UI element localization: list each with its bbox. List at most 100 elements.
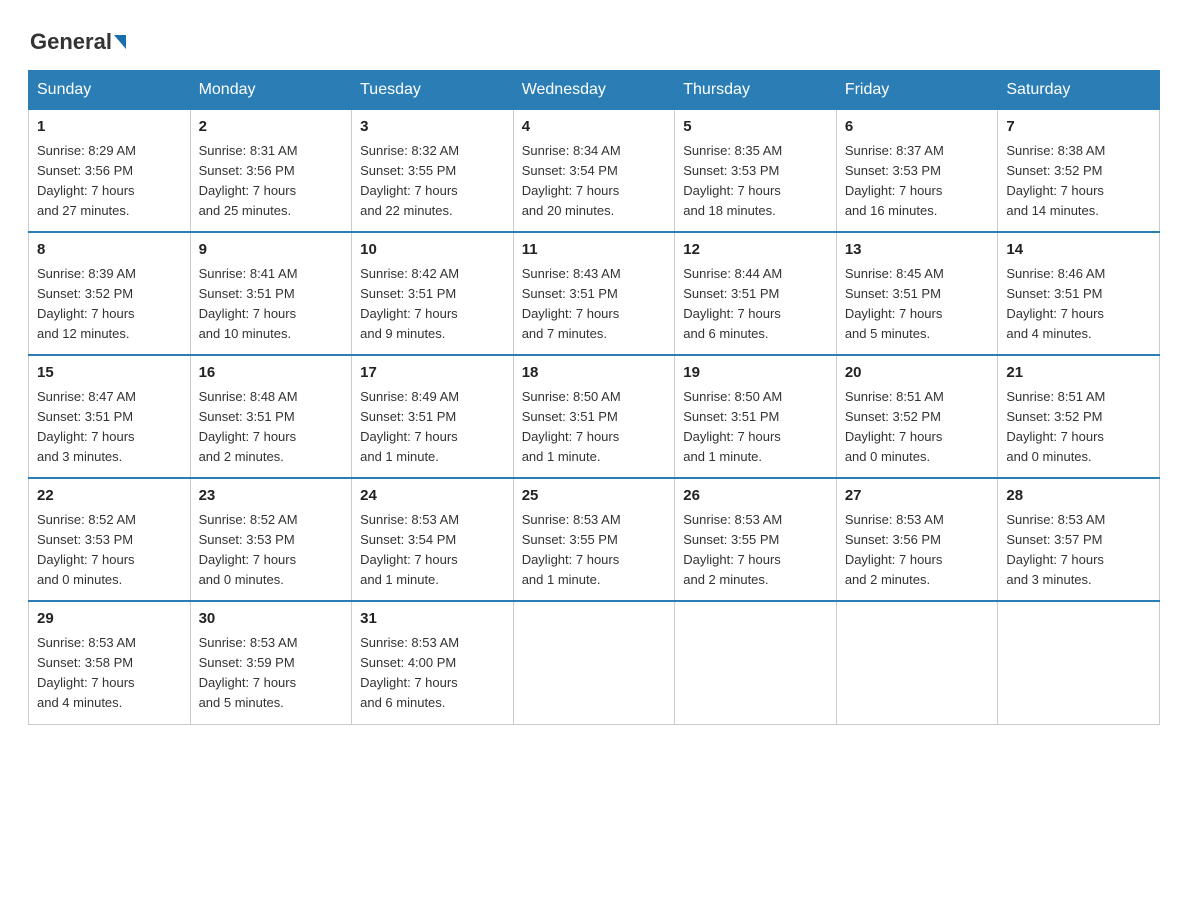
calendar-cell: 26 Sunrise: 8:53 AMSunset: 3:55 PMDayligh… — [675, 478, 837, 601]
day-info: Sunrise: 8:31 AMSunset: 3:56 PMDaylight:… — [199, 143, 298, 218]
day-number: 8 — [37, 239, 182, 262]
calendar-cell: 8 Sunrise: 8:39 AMSunset: 3:52 PMDaylight… — [29, 232, 191, 355]
day-number: 18 — [522, 362, 667, 385]
day-info: Sunrise: 8:41 AMSunset: 3:51 PMDaylight:… — [199, 266, 298, 341]
calendar-cell: 10 Sunrise: 8:42 AMSunset: 3:51 PMDayligh… — [352, 232, 514, 355]
day-info: Sunrise: 8:37 AMSunset: 3:53 PMDaylight:… — [845, 143, 944, 218]
calendar-cell: 16 Sunrise: 8:48 AMSunset: 3:51 PMDayligh… — [190, 355, 352, 478]
calendar-cell: 1 Sunrise: 8:29 AMSunset: 3:56 PMDaylight… — [29, 110, 191, 233]
day-number: 5 — [683, 116, 828, 139]
weekday-header-friday: Friday — [836, 71, 998, 110]
weekday-header-wednesday: Wednesday — [513, 71, 675, 110]
day-info: Sunrise: 8:53 AMSunset: 3:58 PMDaylight:… — [37, 635, 136, 710]
calendar-cell: 20Sunrise: 8:51 AMSunset: 3:52 PMDayligh… — [836, 355, 998, 478]
day-info: Sunrise: 8:48 AMSunset: 3:51 PMDaylight:… — [199, 389, 298, 464]
day-number: 1 — [37, 116, 182, 139]
calendar-cell: 29 Sunrise: 8:53 AMSunset: 3:58 PMDayligh… — [29, 601, 191, 724]
day-info: Sunrise: 8:53 AMSunset: 3:55 PMDaylight:… — [522, 512, 621, 587]
day-number: 22 — [37, 485, 182, 508]
day-info: Sunrise: 8:44 AMSunset: 3:51 PMDaylight:… — [683, 266, 782, 341]
day-info: Sunrise: 8:51 AMSunset: 3:52 PMDaylight:… — [1006, 389, 1105, 464]
day-number: 19 — [683, 362, 828, 385]
day-number: 21 — [1006, 362, 1151, 385]
calendar-table: SundayMondayTuesdayWednesdayThursdayFrid… — [28, 70, 1160, 724]
calendar-cell: 9 Sunrise: 8:41 AMSunset: 3:51 PMDaylight… — [190, 232, 352, 355]
day-info: Sunrise: 8:42 AMSunset: 3:51 PMDaylight:… — [360, 266, 459, 341]
day-info: Sunrise: 8:53 AMSunset: 3:55 PMDaylight:… — [683, 512, 782, 587]
day-number: 11 — [522, 239, 667, 262]
logo-arrow-icon — [114, 35, 126, 49]
day-info: Sunrise: 8:34 AMSunset: 3:54 PMDaylight:… — [522, 143, 621, 218]
calendar-week-row: 8 Sunrise: 8:39 AMSunset: 3:52 PMDaylight… — [29, 232, 1160, 355]
calendar-cell: 31 Sunrise: 8:53 AMSunset: 4:00 PMDayligh… — [352, 601, 514, 724]
calendar-cell: 5Sunrise: 8:35 AMSunset: 3:53 PMDaylight… — [675, 110, 837, 233]
day-info: Sunrise: 8:49 AMSunset: 3:51 PMDaylight:… — [360, 389, 459, 464]
day-number: 13 — [845, 239, 990, 262]
day-number: 31 — [360, 608, 505, 631]
day-info: Sunrise: 8:51 AMSunset: 3:52 PMDaylight:… — [845, 389, 944, 464]
logo: General — [30, 30, 126, 54]
calendar-cell: 24 Sunrise: 8:53 AMSunset: 3:54 PMDayligh… — [352, 478, 514, 601]
day-info: Sunrise: 8:29 AMSunset: 3:56 PMDaylight:… — [37, 143, 136, 218]
weekday-header-monday: Monday — [190, 71, 352, 110]
calendar-cell — [836, 601, 998, 724]
calendar-cell: 17 Sunrise: 8:49 AMSunset: 3:51 PMDayligh… — [352, 355, 514, 478]
calendar-cell: 21 Sunrise: 8:51 AMSunset: 3:52 PMDayligh… — [998, 355, 1160, 478]
day-number: 4 — [522, 116, 667, 139]
day-info: Sunrise: 8:47 AMSunset: 3:51 PMDaylight:… — [37, 389, 136, 464]
day-number: 25 — [522, 485, 667, 508]
weekday-header-thursday: Thursday — [675, 71, 837, 110]
calendar-cell: 27Sunrise: 8:53 AMSunset: 3:56 PMDayligh… — [836, 478, 998, 601]
calendar-cell: 19 Sunrise: 8:50 AMSunset: 3:51 PMDayligh… — [675, 355, 837, 478]
day-number: 27 — [845, 485, 990, 508]
day-info: Sunrise: 8:46 AMSunset: 3:51 PMDaylight:… — [1006, 266, 1105, 341]
day-number: 2 — [199, 116, 344, 139]
calendar-cell: 18 Sunrise: 8:50 AMSunset: 3:51 PMDayligh… — [513, 355, 675, 478]
calendar-cell — [675, 601, 837, 724]
day-info: Sunrise: 8:53 AMSunset: 4:00 PMDaylight:… — [360, 635, 459, 710]
day-info: Sunrise: 8:38 AMSunset: 3:52 PMDaylight:… — [1006, 143, 1105, 218]
day-info: Sunrise: 8:45 AMSunset: 3:51 PMDaylight:… — [845, 266, 944, 341]
day-number: 6 — [845, 116, 990, 139]
calendar-cell — [513, 601, 675, 724]
calendar-cell: 22 Sunrise: 8:52 AMSunset: 3:53 PMDayligh… — [29, 478, 191, 601]
calendar-week-row: 1 Sunrise: 8:29 AMSunset: 3:56 PMDaylight… — [29, 110, 1160, 233]
day-number: 29 — [37, 608, 182, 631]
calendar-week-row: 29 Sunrise: 8:53 AMSunset: 3:58 PMDayligh… — [29, 601, 1160, 724]
calendar-cell: 23Sunrise: 8:52 AMSunset: 3:53 PMDayligh… — [190, 478, 352, 601]
day-info: Sunrise: 8:52 AMSunset: 3:53 PMDaylight:… — [37, 512, 136, 587]
day-number: 12 — [683, 239, 828, 262]
day-number: 30 — [199, 608, 344, 631]
logo-general: General — [30, 30, 112, 54]
day-info: Sunrise: 8:53 AMSunset: 3:54 PMDaylight:… — [360, 512, 459, 587]
day-info: Sunrise: 8:50 AMSunset: 3:51 PMDaylight:… — [683, 389, 782, 464]
calendar-cell: 13 Sunrise: 8:45 AMSunset: 3:51 PMDayligh… — [836, 232, 998, 355]
calendar-week-row: 22 Sunrise: 8:52 AMSunset: 3:53 PMDayligh… — [29, 478, 1160, 601]
day-info: Sunrise: 8:39 AMSunset: 3:52 PMDaylight:… — [37, 266, 136, 341]
day-info: Sunrise: 8:53 AMSunset: 3:59 PMDaylight:… — [199, 635, 298, 710]
day-info: Sunrise: 8:43 AMSunset: 3:51 PMDaylight:… — [522, 266, 621, 341]
day-number: 17 — [360, 362, 505, 385]
day-number: 10 — [360, 239, 505, 262]
calendar-cell: 6 Sunrise: 8:37 AMSunset: 3:53 PMDaylight… — [836, 110, 998, 233]
day-info: Sunrise: 8:50 AMSunset: 3:51 PMDaylight:… — [522, 389, 621, 464]
calendar-cell: 30 Sunrise: 8:53 AMSunset: 3:59 PMDayligh… — [190, 601, 352, 724]
day-number: 16 — [199, 362, 344, 385]
day-number: 26 — [683, 485, 828, 508]
calendar-week-row: 15Sunrise: 8:47 AMSunset: 3:51 PMDayligh… — [29, 355, 1160, 478]
day-info: Sunrise: 8:32 AMSunset: 3:55 PMDaylight:… — [360, 143, 459, 218]
calendar-cell: 28Sunrise: 8:53 AMSunset: 3:57 PMDayligh… — [998, 478, 1160, 601]
day-info: Sunrise: 8:52 AMSunset: 3:53 PMDaylight:… — [199, 512, 298, 587]
day-number: 9 — [199, 239, 344, 262]
day-number: 3 — [360, 116, 505, 139]
day-info: Sunrise: 8:53 AMSunset: 3:57 PMDaylight:… — [1006, 512, 1105, 587]
weekday-header-row: SundayMondayTuesdayWednesdayThursdayFrid… — [29, 71, 1160, 110]
weekday-header-sunday: Sunday — [29, 71, 191, 110]
day-number: 24 — [360, 485, 505, 508]
calendar-cell: 2 Sunrise: 8:31 AMSunset: 3:56 PMDaylight… — [190, 110, 352, 233]
weekday-header-saturday: Saturday — [998, 71, 1160, 110]
page-header: General — [20, 20, 1168, 54]
calendar-cell: 11 Sunrise: 8:43 AMSunset: 3:51 PMDayligh… — [513, 232, 675, 355]
calendar-cell: 4 Sunrise: 8:34 AMSunset: 3:54 PMDaylight… — [513, 110, 675, 233]
calendar-cell: 3 Sunrise: 8:32 AMSunset: 3:55 PMDaylight… — [352, 110, 514, 233]
